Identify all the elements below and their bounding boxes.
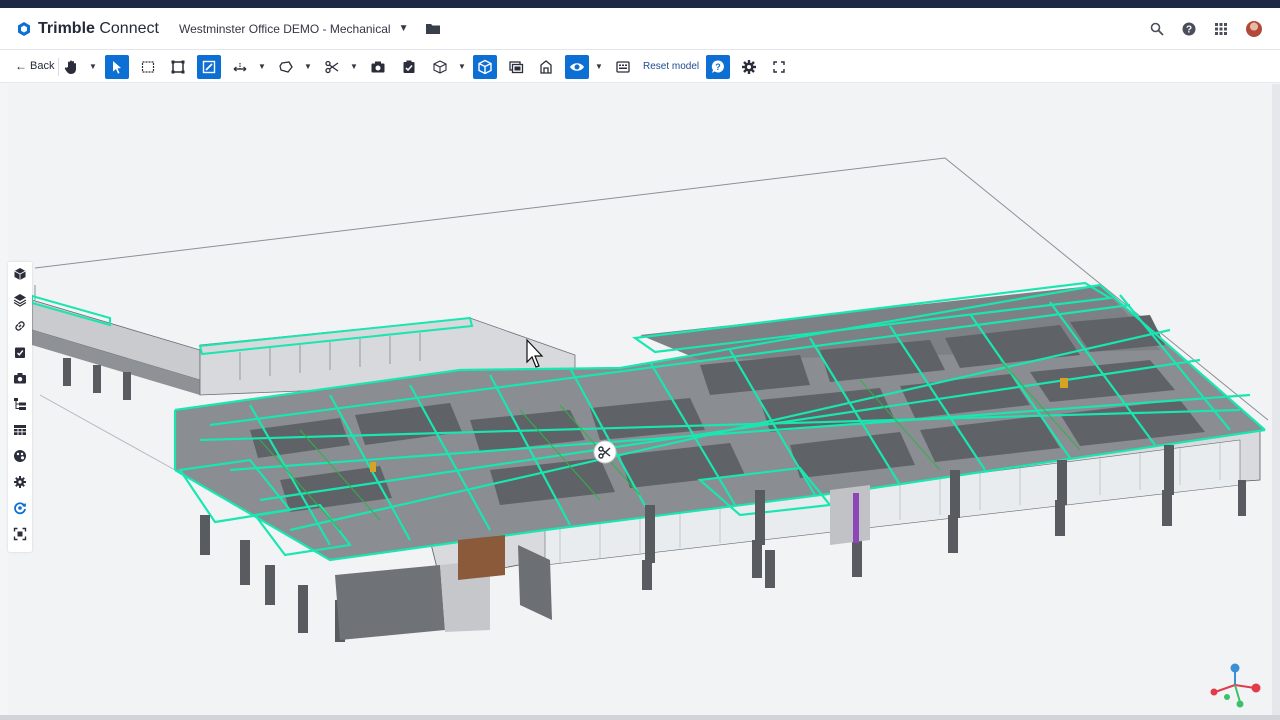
ellipse-icon xyxy=(279,61,293,73)
visibility-button[interactable] xyxy=(565,55,589,79)
sync-icon[interactable] xyxy=(12,500,28,516)
section-dropdown-caret[interactable]: ▼ xyxy=(350,62,358,71)
viewer-toolbar: ← Back ▼ ▼ ▼ ▼ ▼ ▼ Reset model ? xyxy=(0,50,1280,83)
layers-icon[interactable] xyxy=(12,292,28,308)
app-header: Trimble Connect Westminster Office DEMO … xyxy=(0,8,1280,50)
measure-dropdown-caret[interactable]: ▼ xyxy=(258,62,266,71)
svg-text:?: ? xyxy=(1186,24,1192,35)
eye-icon xyxy=(570,63,584,71)
pan-hand-button[interactable] xyxy=(59,55,83,79)
shape-button[interactable] xyxy=(274,55,298,79)
trimble-logo-icon xyxy=(18,21,30,36)
reset-model-button[interactable]: Reset model xyxy=(643,61,699,72)
box-select-button[interactable] xyxy=(136,55,160,79)
section-cut-marker[interactable] xyxy=(593,440,617,464)
section-cut-button[interactable] xyxy=(320,55,344,79)
vertical-scrollbar[interactable] xyxy=(1272,84,1280,716)
window-top-strip xyxy=(0,0,1280,8)
user-avatar[interactable] xyxy=(1246,20,1262,37)
todo-icon[interactable] xyxy=(12,344,28,360)
help-bubble-icon: ? xyxy=(711,60,724,73)
svg-text:?: ? xyxy=(715,62,721,72)
calculator-button[interactable] xyxy=(611,55,635,79)
pan-dropdown-caret[interactable]: ▼ xyxy=(89,62,97,71)
tree-icon[interactable] xyxy=(12,396,28,412)
view-dropdown-caret[interactable]: ▼ xyxy=(458,62,466,71)
house-outline-icon xyxy=(540,60,552,74)
side-panel-toolbar xyxy=(8,262,32,552)
cube-outline-icon xyxy=(433,60,447,74)
axis-gizmo[interactable] xyxy=(1210,663,1261,708)
link-icon[interactable] xyxy=(12,318,28,334)
measure-button[interactable] xyxy=(228,55,252,79)
gear-icon xyxy=(742,60,756,74)
camera-icon xyxy=(371,61,385,73)
project-name: Westminster Office DEMO - Mechanical xyxy=(178,21,391,36)
snapshot-button[interactable] xyxy=(366,55,390,79)
markup-pencil-icon xyxy=(202,60,216,74)
cube-3d-icon xyxy=(478,59,492,75)
cube-icon[interactable] xyxy=(12,266,28,282)
clash-button[interactable] xyxy=(534,55,558,79)
bounding-box-button[interactable] xyxy=(166,55,190,79)
keyboard-icon xyxy=(616,61,630,73)
help-icon[interactable]: ? xyxy=(1182,22,1196,36)
measure-icon xyxy=(233,63,247,72)
visibility-dropdown-caret[interactable]: ▼ xyxy=(595,62,603,71)
back-label: Back xyxy=(30,60,55,72)
select-rectangle-icon xyxy=(141,61,155,73)
table-icon[interactable] xyxy=(12,422,28,438)
bounding-box-icon xyxy=(171,60,185,74)
select-tool-button[interactable] xyxy=(105,55,129,79)
chevron-down-icon: ▼ xyxy=(398,23,409,34)
palette-icon[interactable] xyxy=(12,448,28,464)
3d-model-viewport[interactable] xyxy=(8,84,1272,716)
fullscreen-button[interactable] xyxy=(767,55,791,79)
horizontal-scrollbar[interactable] xyxy=(0,715,1280,720)
view-cube-button[interactable] xyxy=(428,55,452,79)
brand-name: Trimble Connect xyxy=(38,19,159,37)
apps-grid-icon[interactable] xyxy=(1214,22,1228,36)
markup-tool-button[interactable] xyxy=(197,55,221,79)
arrow-left-icon: ← xyxy=(15,59,27,73)
help-tool-button[interactable]: ? xyxy=(706,55,730,79)
camera-icon[interactable] xyxy=(12,370,28,386)
hand-icon xyxy=(64,60,76,74)
shape-dropdown-caret[interactable]: ▼ xyxy=(304,62,312,71)
search-icon[interactable] xyxy=(1150,22,1164,36)
settings-button[interactable] xyxy=(737,55,761,79)
3d-view-button[interactable] xyxy=(473,55,497,79)
project-selector[interactable]: Westminster Office DEMO - Mechanical ▼ xyxy=(179,22,441,36)
fullscreen-icon xyxy=(773,61,785,73)
scissors-icon xyxy=(325,60,339,74)
focus-icon[interactable] xyxy=(12,526,28,542)
back-button[interactable]: ← Back xyxy=(15,59,54,73)
pointer-icon xyxy=(113,61,121,74)
2d-views-button[interactable] xyxy=(504,55,528,79)
settings-cog-icon[interactable] xyxy=(12,474,28,490)
trimble-connect-logo[interactable]: Trimble Connect xyxy=(16,20,159,38)
folder-icon[interactable] xyxy=(426,23,441,34)
layers-views-icon xyxy=(509,61,524,74)
todo-check-icon xyxy=(403,60,415,73)
model-render[interactable] xyxy=(8,84,1272,716)
todo-button[interactable] xyxy=(397,55,421,79)
